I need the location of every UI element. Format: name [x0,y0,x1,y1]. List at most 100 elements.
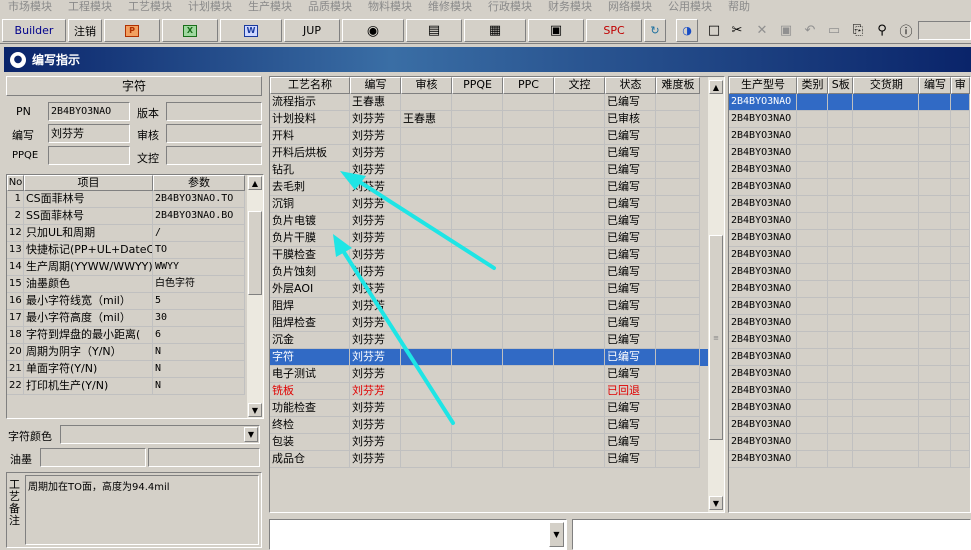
model-row[interactable]: 2B4BYO3NAO [729,247,970,264]
undo-icon[interactable]: ↶ [800,20,820,40]
process-row[interactable]: 干膜检查 刘芬芳 已编写 [270,247,724,264]
param-value[interactable]: N [153,344,245,361]
scroll-up-icon[interactable]: ▲ [248,176,262,190]
word-button[interactable]: W [220,19,282,42]
pn-field[interactable]: 2B4BYO3NAO [48,102,130,121]
logout-button[interactable]: 注销 [68,19,102,42]
param-row[interactable]: 20 周期为阴字（Y/N） N [7,344,263,361]
model-row[interactable]: 2B4BYO3NAO [729,213,970,230]
scroll-down-icon[interactable]: ▼ [248,403,262,417]
model-header-cell[interactable]: 类别 [796,77,829,94]
process-header-cell[interactable]: PPQE [452,77,503,94]
model-header-cell[interactable]: 审 [950,77,970,94]
model-row[interactable]: 2B4BYO3NAO [729,196,970,213]
process-row[interactable]: 负片干膜 刘芬芳 已编写 [270,230,724,247]
model-row[interactable]: 2B4BYO3NAO [729,383,970,400]
model-row[interactable]: 2B4BYO3NAO [729,111,970,128]
param-value[interactable]: 2B4BYO3NAO.TO [153,191,245,208]
menu-item[interactable]: 网络模块 [600,1,660,16]
menu-item[interactable]: 行政模块 [480,1,540,16]
model-header-cell[interactable]: 生产型号 [729,77,797,94]
chevron-down-icon[interactable]: ▼ [244,427,258,442]
print-icon[interactable]: ⎘ [848,20,868,40]
database-button[interactable]: ▤ [406,19,462,42]
process-row[interactable]: 成品仓 刘芬芳 已编写 [270,451,724,468]
version-field[interactable] [166,102,262,121]
param-value[interactable]: 6 [153,327,245,344]
process-scrollbar[interactable]: ▲ ≡ ▼ [708,77,724,512]
process-header-cell[interactable]: 难度板 [656,77,700,94]
reviewer-field[interactable] [166,124,262,143]
refresh-button[interactable]: ↻ [644,19,666,42]
doc-control-field[interactable] [166,146,262,165]
process-row[interactable]: 终检 刘芬芳 已编写 [270,417,724,434]
bottom-select[interactable]: ▼ [269,519,567,550]
process-row[interactable]: 功能检查 刘芬芳 已编写 [270,400,724,417]
menu-item[interactable]: 计划模块 [180,1,240,16]
powerpoint-button[interactable]: P [104,19,160,42]
param-row[interactable]: 22 打印机生产(Y/N) N [7,378,263,395]
menu-item[interactable]: 公用模块 [660,1,720,16]
process-row[interactable]: 外层AOI 刘芬芳 已编写 [270,281,724,298]
process-header-cell[interactable]: 编写 [350,77,401,94]
process-row[interactable]: 阻焊 刘芬芳 已编写 [270,298,724,315]
process-row[interactable]: 计划投料 刘芬芳 王春惠 已审核 [270,111,724,128]
scroll-up-icon[interactable]: ▲ [709,80,723,94]
param-row[interactable]: 16 最小字符线宽（mil） 5 [7,293,263,310]
menu-item[interactable]: 生产模块 [240,1,300,16]
model-row[interactable]: 2B4BYO3NAO [729,230,970,247]
param-row[interactable]: 17 最小字符高度（mil） 30 [7,310,263,327]
ink-field[interactable] [40,448,146,467]
param-row[interactable]: 2 SS面菲林号 2B4BYO3NAO.BO [7,208,263,225]
model-row[interactable]: 2B4BYO3NAO [729,128,970,145]
model-header-cell[interactable]: S板 [828,77,854,94]
process-header-cell[interactable]: 状态 [605,77,656,94]
eye-view-button[interactable]: ◉ [342,19,404,42]
process-row[interactable]: 沉金 刘芬芳 已编写 [270,332,724,349]
ink-extra-field[interactable] [148,448,260,467]
menu-item[interactable]: 工艺模块 [120,1,180,16]
model-row[interactable]: 2B4BYO3NAO [729,417,970,434]
process-header-cell[interactable]: PPC [503,77,554,94]
process-header-cell[interactable]: 文控 [554,77,605,94]
model-row[interactable]: 2B4BYO3NAO [729,315,970,332]
model-row[interactable]: 2B4BYO3NAO [729,94,970,111]
model-row[interactable]: 2B4BYO3NAO [729,298,970,315]
chevron-down-icon[interactable]: ▼ [549,522,564,547]
process-row[interactable]: 开料 刘芬芳 已编写 [270,128,724,145]
model-row[interactable]: 2B4BYO3NAO [729,400,970,417]
process-row[interactable]: 铣板 刘芬芳 已回退 [270,383,724,400]
scroll-thumb[interactable] [248,211,262,295]
scissors-icon[interactable]: ✂ [727,20,747,40]
copy-icon[interactable]: ▭ [824,20,844,40]
param-value[interactable]: 5 [153,293,245,310]
network-button[interactable]: ▦ [464,19,526,42]
process-row[interactable]: 阻焊检查 刘芬芳 已编写 [270,315,724,332]
param-value[interactable]: N [153,378,245,395]
model-row[interactable]: 2B4BYO3NAO [729,281,970,298]
computer-button[interactable]: ▣ [528,19,584,42]
excel-button[interactable]: X [162,19,218,42]
param-row[interactable]: 13 快捷标记(PP+UL+DateCo TO [7,242,263,259]
find-icon[interactable]: ⚲ [872,20,892,40]
char-color-select[interactable]: ▼ [60,425,260,444]
param-value[interactable]: / [153,225,245,242]
process-row[interactable]: 包装 刘芬芳 已编写 [270,434,724,451]
spc-button[interactable]: SPC [586,19,642,42]
jup-button[interactable]: JUP [284,19,340,42]
param-row[interactable]: 18 字符到焊盘的最小距离(6 [7,327,263,344]
menu-item[interactable]: 市场模块 [0,1,60,16]
process-row[interactable]: 沉铜 刘芬芳 已编写 [270,196,724,213]
model-header-cell[interactable]: 交货期 [853,77,920,94]
builder-button[interactable]: Builder [2,19,66,42]
model-row[interactable]: 2B4BYO3NAO [729,349,970,366]
process-row[interactable]: 负片蚀刻 刘芬芳 已编写 [270,264,724,281]
help-icon[interactable]: ⓘ [896,20,916,40]
model-row[interactable]: 2B4BYO3NAO [729,451,970,468]
param-value[interactable]: 30 [153,310,245,327]
model-header-cell[interactable]: 编写 [919,77,951,94]
bottom-text-field[interactable] [572,519,971,550]
menu-item[interactable]: 物料模块 [360,1,420,16]
scroll-thumb[interactable]: ≡ [709,235,723,440]
menu-item[interactable]: 工程模块 [60,1,120,16]
